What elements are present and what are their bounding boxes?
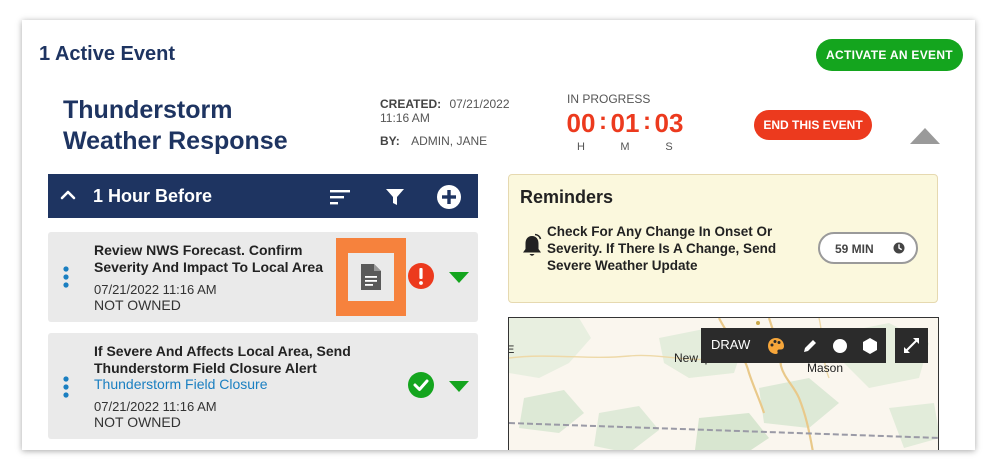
event-meta: CREATED: 07/21/2022 11:16 AM BY: ADMIN, … [380, 97, 510, 148]
timer-separator: : [599, 108, 607, 135]
reminder-text: Check For Any Change In Onset Or Severit… [547, 224, 777, 273]
timer-minutes-unit: M [620, 141, 630, 153]
draw-label: DRAW [711, 337, 751, 352]
timer-hours: 00 [566, 108, 596, 138]
elapsed-timer: 00 H : 01 M : 03 S [563, 108, 687, 153]
more-options-icon[interactable] [63, 266, 69, 288]
task-date: 07/21/2022 11:16 AM [94, 282, 217, 297]
document-highlight [336, 238, 406, 316]
timer-separator: : [643, 108, 651, 135]
map-place-label: Mason [807, 361, 844, 375]
clock-icon [893, 242, 905, 254]
task-card[interactable]: If Severe And Affects Local Area, Send T… [48, 333, 478, 439]
circle-tool-icon[interactable] [830, 336, 850, 356]
map-place-label: E [509, 344, 514, 356]
palette-icon[interactable] [766, 336, 786, 356]
pencil-icon[interactable] [800, 336, 820, 356]
by-value: ADMIN, JANE [411, 134, 488, 148]
created-date: 07/21/2022 [449, 97, 510, 111]
reminder-interval: 59 MIN [835, 242, 874, 256]
task-owner: NOT OWNED [94, 297, 181, 313]
draw-toolbar: DRAW [701, 328, 886, 363]
end-event-button[interactable]: END THIS EVENT [754, 110, 872, 140]
expand-icon [904, 338, 919, 353]
document-icon [361, 264, 381, 290]
fullscreen-button[interactable] [895, 328, 928, 363]
section-title: 1 Hour Before [93, 186, 213, 206]
created-label: CREATED: [380, 97, 442, 111]
reminders-title: Reminders [520, 187, 614, 207]
reminder-interval-chip[interactable]: 59 MIN [818, 232, 918, 264]
reminders-panel: Reminders Check For Any Change In Onset … [508, 174, 938, 303]
task-card[interactable]: Review NWS Forecast. Confirm Severity An… [48, 232, 478, 322]
document-button[interactable] [348, 253, 394, 301]
timer-minutes: 01 [610, 108, 640, 138]
expand-task-icon[interactable] [449, 272, 469, 284]
filter-icon[interactable] [384, 186, 406, 208]
task-date: 07/21/2022 11:16 AM [94, 399, 217, 414]
timer-seconds-unit: S [665, 141, 673, 153]
section-header: 1 Hour Before [48, 174, 478, 218]
task-owner: NOT OWNED [94, 414, 181, 430]
check-icon [408, 372, 434, 398]
active-events-heading: 1 Active Event [39, 43, 175, 65]
chevron-up-icon[interactable] [59, 186, 77, 204]
add-task-icon[interactable] [436, 184, 462, 210]
expand-task-icon[interactable] [449, 381, 469, 393]
bell-icon [523, 233, 542, 256]
collapse-header-icon[interactable] [910, 128, 940, 144]
created-time: 11:16 AM [380, 111, 430, 125]
map-view[interactable]: New Ipswich Mason E DRAW [508, 317, 939, 450]
by-label: BY: [380, 134, 400, 148]
status-label: IN PROGRESS [567, 92, 651, 106]
sort-icon[interactable] [329, 186, 351, 208]
task-title: Review NWS Forecast. Confirm Severity An… [94, 242, 323, 275]
timer-seconds: 03 [654, 108, 684, 138]
event-panel: 1 Active Event ACTIVATE AN EVENT Thunder… [22, 20, 975, 450]
task-title: If Severe And Affects Local Area, Send T… [94, 343, 351, 376]
more-options-icon[interactable] [63, 376, 69, 398]
activate-event-button[interactable]: ACTIVATE AN EVENT [816, 39, 963, 71]
event-title: Thunderstorm Weather Response [63, 96, 288, 155]
timer-hours-unit: H [577, 141, 585, 153]
polygon-tool-icon[interactable] [860, 336, 880, 356]
alert-icon [408, 263, 434, 289]
task-link[interactable]: Thunderstorm Field Closure [94, 376, 268, 392]
